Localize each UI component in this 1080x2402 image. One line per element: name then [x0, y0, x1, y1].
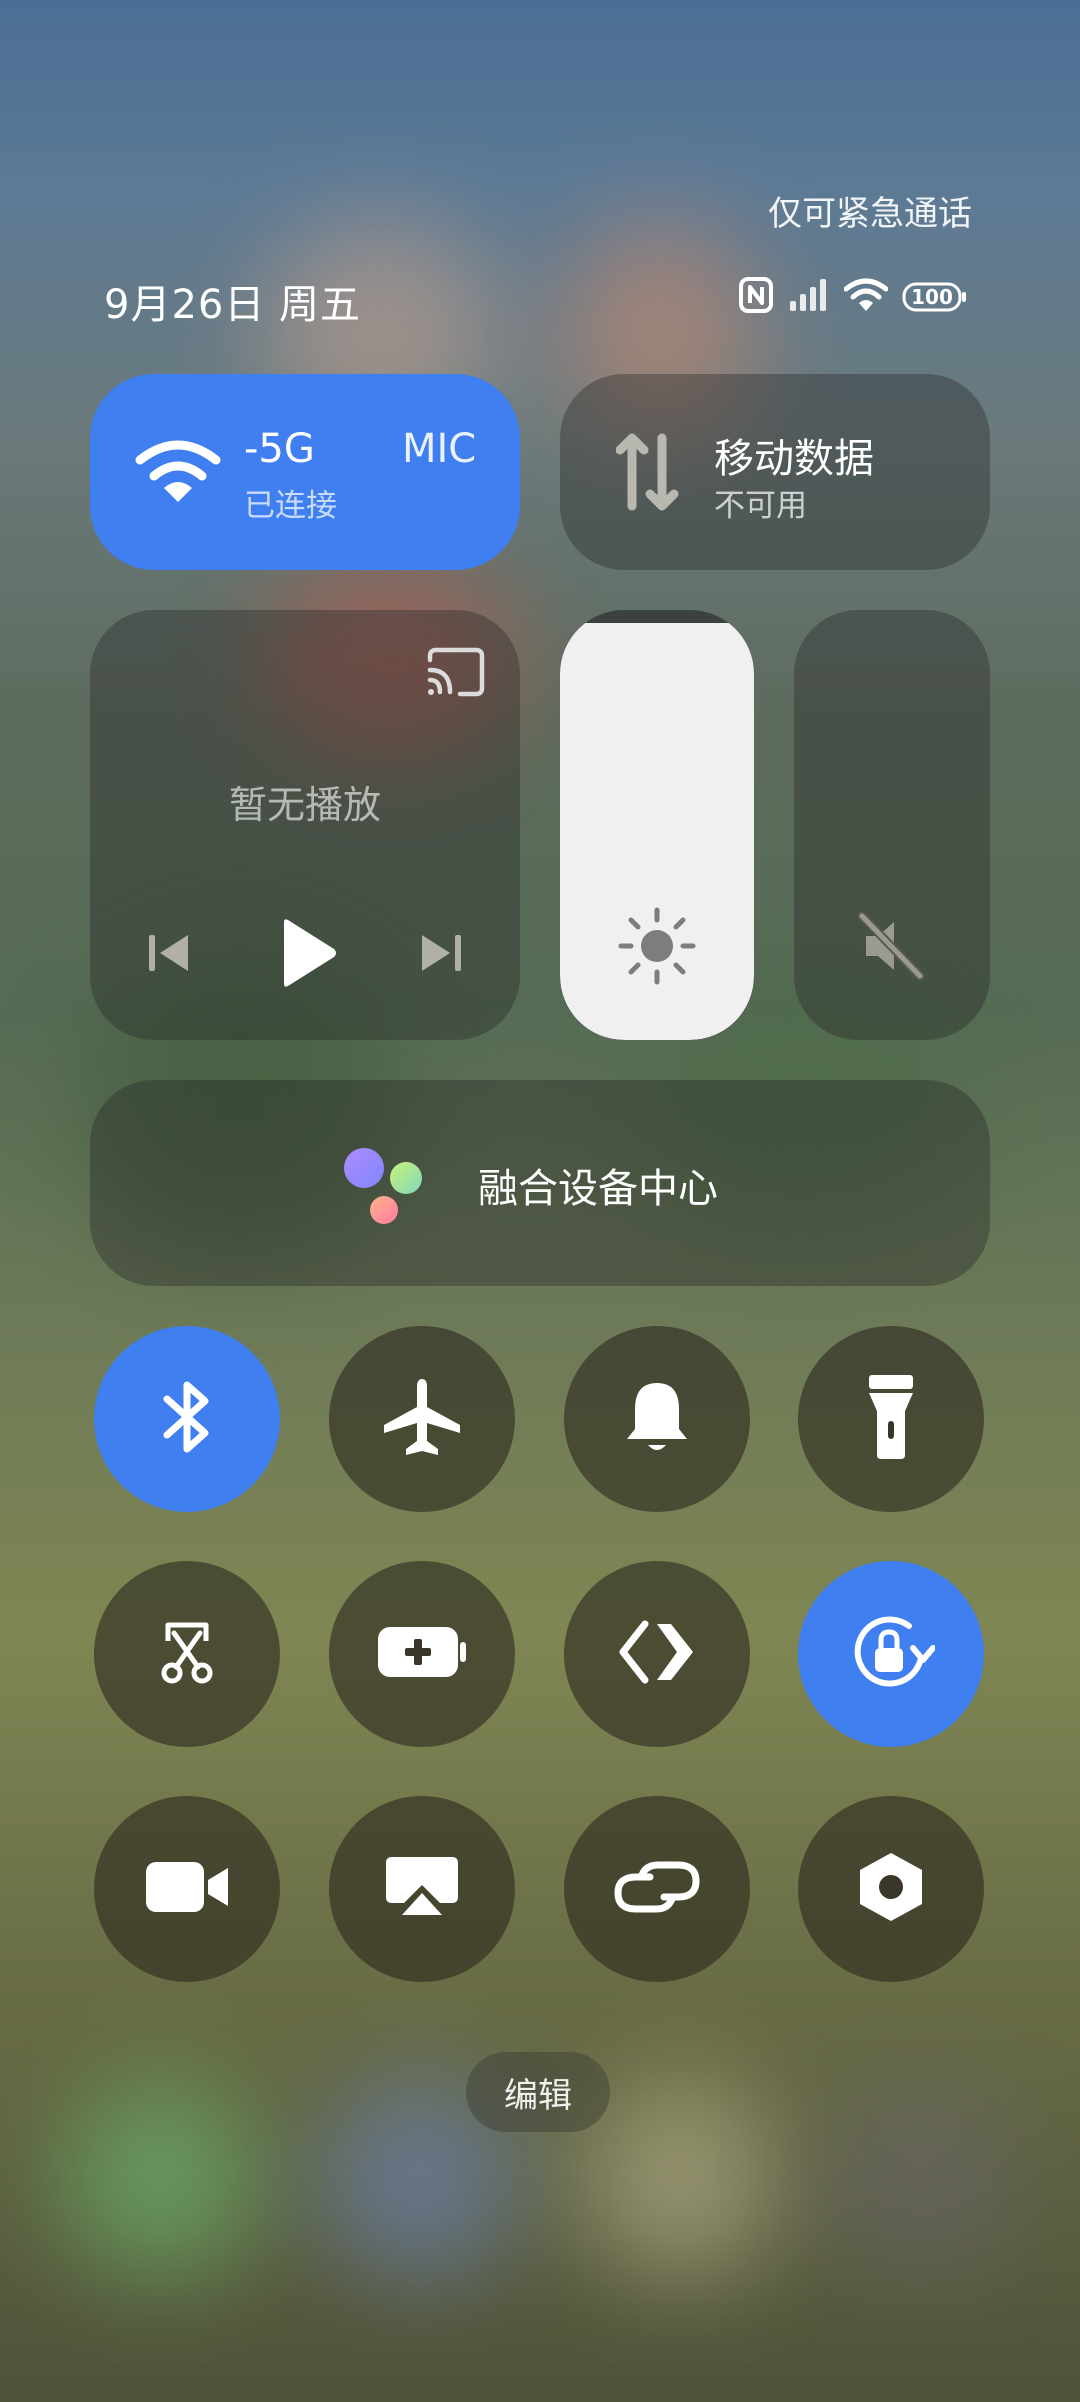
next-track-icon[interactable] [416, 928, 466, 982]
screenshot-toggle[interactable] [94, 1561, 280, 1747]
nearby-share-icon [619, 1620, 695, 1688]
previous-track-icon[interactable] [144, 928, 194, 982]
wifi-network-name: -5G [244, 426, 315, 472]
cast-screen-icon [384, 1855, 460, 1923]
nearby-share-toggle[interactable] [564, 1561, 750, 1747]
media-player-tile: 暂无播放 [90, 610, 520, 1040]
settings-toggle[interactable] [798, 1796, 984, 1982]
play-icon[interactable] [274, 916, 340, 994]
battery-saver-toggle[interactable] [329, 1561, 515, 1747]
ringer-toggle[interactable] [564, 1326, 750, 1512]
flashlight-toggle[interactable] [798, 1326, 984, 1512]
wallpaper-blob [60, 2080, 260, 2280]
cellular-signal-icon [788, 277, 830, 317]
battery-level-text: 100 [911, 285, 953, 309]
wifi-tile[interactable]: -5G MIC 已连接 [90, 374, 520, 570]
device-center-dots-icon [342, 1146, 432, 1230]
bluetooth-toggle[interactable] [94, 1326, 280, 1512]
device-center-label: 融合设备中心 [478, 1166, 718, 1212]
link-icon [612, 1855, 702, 1923]
flashlight-icon [863, 1371, 919, 1467]
airplane-mode-toggle[interactable] [329, 1326, 515, 1512]
cast-screen-toggle[interactable] [329, 1796, 515, 1982]
settings-hex-icon [856, 1849, 926, 1929]
wallpaper-blob [580, 2080, 780, 2280]
date-label: 9月26日 周五 [104, 282, 362, 328]
volume-muted-icon [856, 910, 928, 986]
wifi-network-name-marquee: MIC [402, 426, 477, 472]
battery-saver-icon [376, 1625, 468, 1683]
volume-slider[interactable] [794, 610, 990, 1040]
screen-record-toggle[interactable] [94, 1796, 280, 1982]
screen-record-icon [144, 1858, 230, 1920]
brightness-sun-icon [617, 906, 697, 990]
airplane-icon [380, 1375, 464, 1463]
bluetooth-icon [157, 1377, 217, 1461]
wifi-icon [134, 438, 222, 508]
wifi-status: 已连接 [244, 488, 337, 524]
mobile-data-status: 不可用 [714, 488, 807, 524]
rotation-lock-toggle[interactable] [798, 1561, 984, 1747]
bell-icon [621, 1375, 693, 1463]
device-center-tile[interactable]: 融合设备中心 [90, 1080, 990, 1286]
mobile-data-tile[interactable]: 移动数据 不可用 [560, 374, 990, 570]
edit-button[interactable]: 编辑 [466, 2052, 610, 2132]
nfc-icon [738, 276, 774, 318]
cast-icon[interactable] [426, 646, 486, 702]
emergency-calls-only-text: 仅可紧急通话 [768, 194, 972, 234]
wallpaper-blob [820, 2080, 1020, 2280]
status-icons: 100 [738, 276, 968, 318]
mobile-data-arrows-icon [615, 432, 680, 516]
link-toggle[interactable] [564, 1796, 750, 1982]
mobile-data-title: 移动数据 [714, 436, 874, 482]
screenshot-icon [152, 1617, 222, 1691]
rotation-lock-icon [847, 1608, 936, 1700]
media-no-playback-text: 暂无播放 [228, 783, 381, 827]
wifi-status-icon [843, 277, 889, 317]
battery-icon: 100 [902, 281, 968, 313]
brightness-slider[interactable] [560, 610, 754, 1040]
